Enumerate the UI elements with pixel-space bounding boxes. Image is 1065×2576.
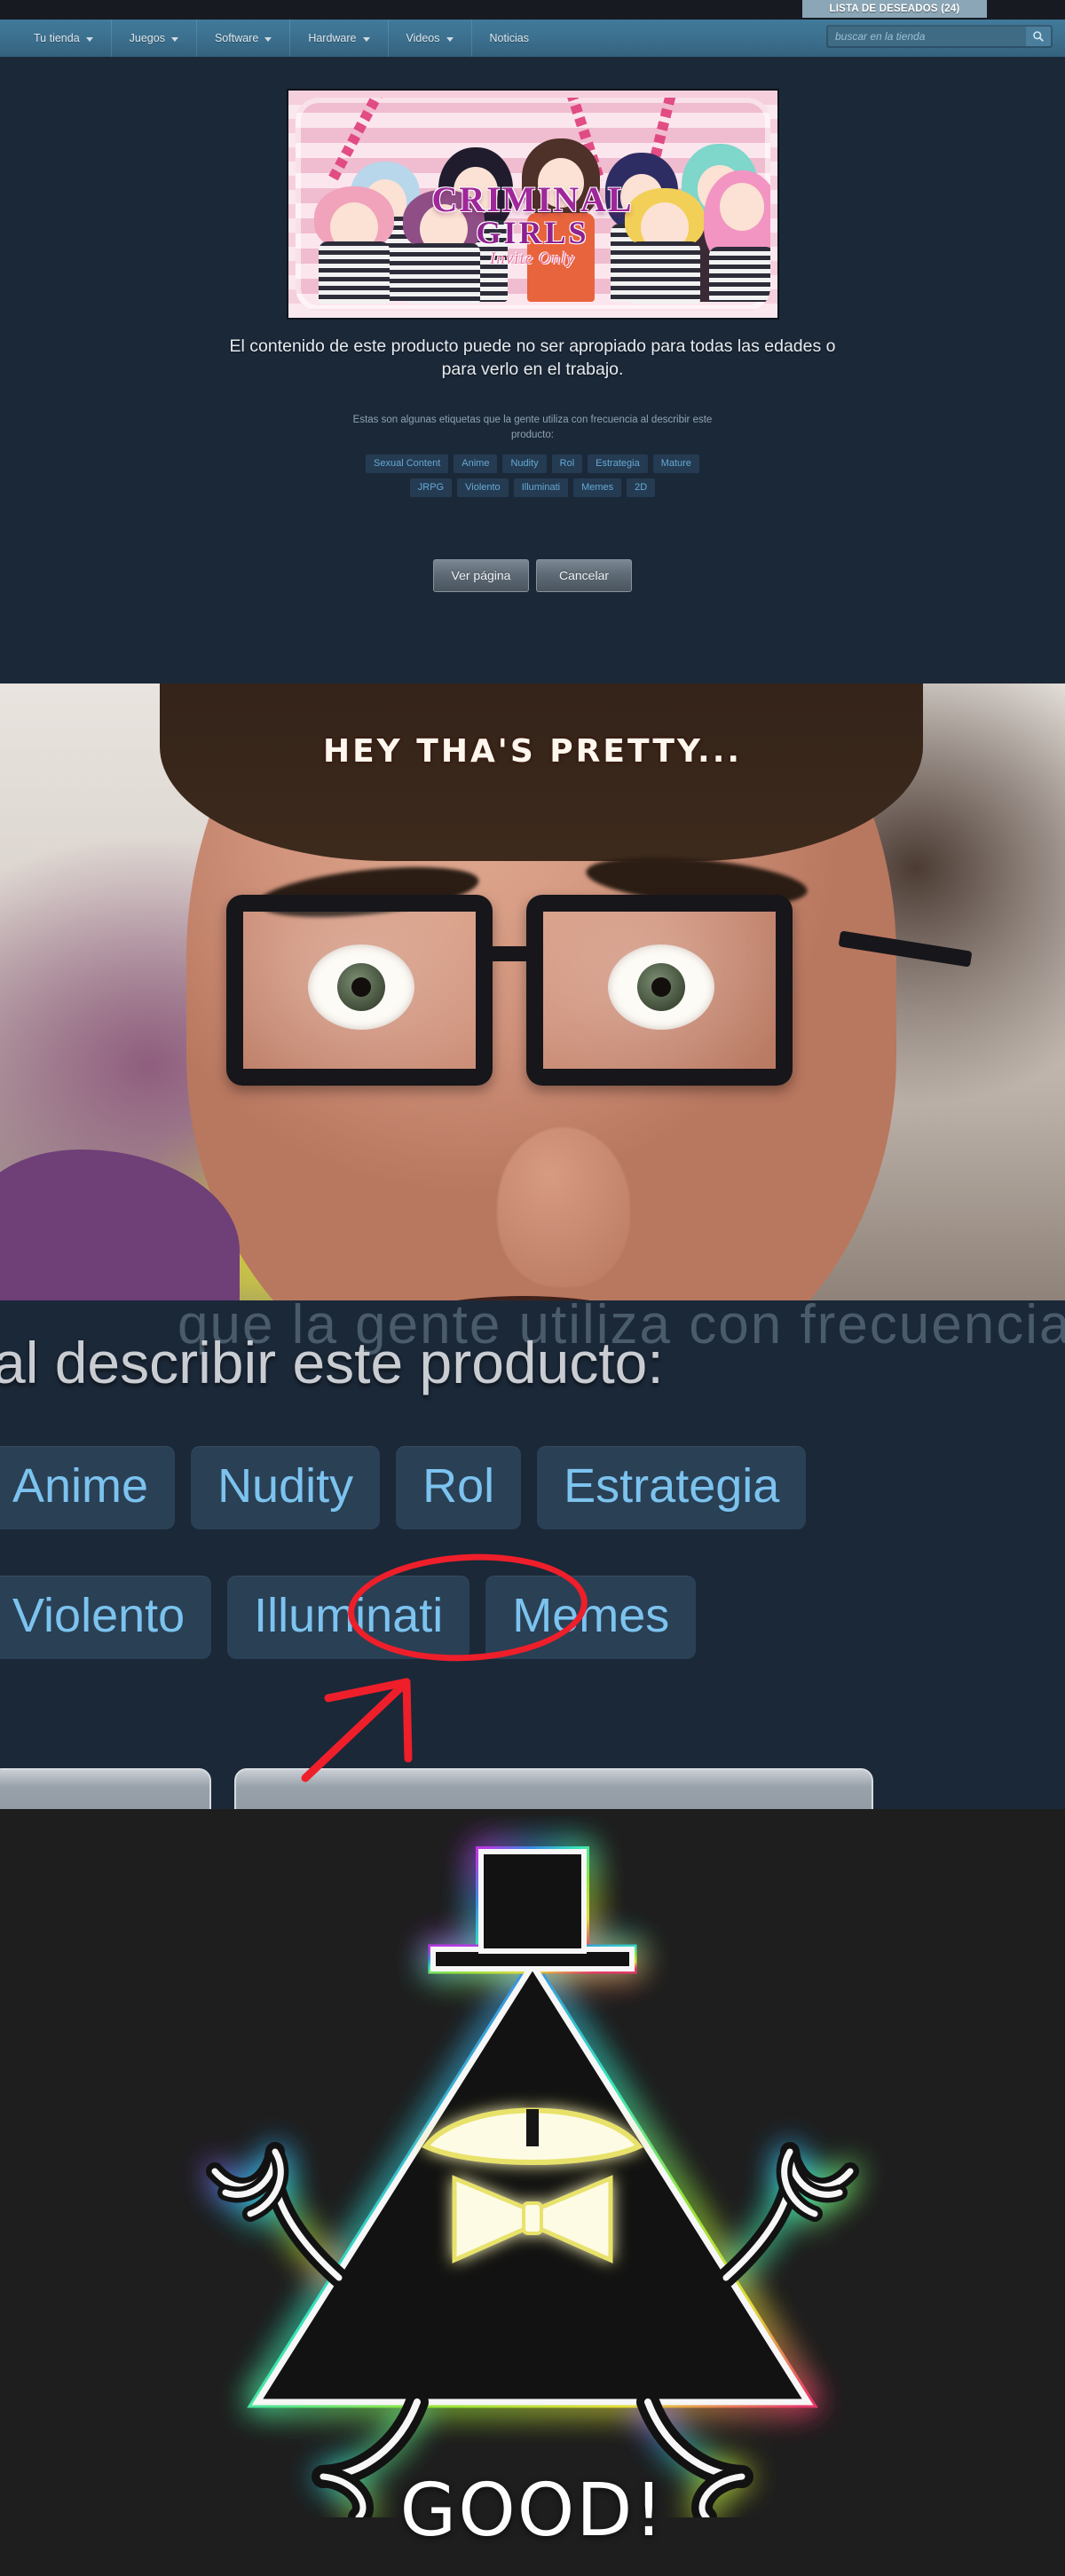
nav-item-hardware[interactable]: Hardware [290, 20, 389, 57]
nav-item-software[interactable]: Software [197, 20, 291, 57]
bill-cipher-icon [206, 1846, 859, 2517]
nav-label: Noticias [489, 32, 529, 44]
tag-jrpg[interactable]: JRPG [409, 478, 453, 497]
age-gate-warning: El contenido de este producto puede no s… [229, 336, 836, 379]
cipher-stage: GOOD! [0, 1809, 1065, 2576]
chevron-down-icon [362, 36, 370, 42]
ghost-button-right [234, 1768, 873, 1809]
wishlist-button[interactable]: LISTA DE DESEADOS (24) [802, 0, 987, 18]
steam-nav-items: Tu tienda Juegos Software Hardware Video [16, 20, 547, 57]
tag-2d[interactable]: 2D [627, 478, 656, 497]
photo-subject [0, 684, 1065, 1300]
nav-label: Juegos [129, 32, 165, 44]
tag-memes[interactable]: Memes [573, 478, 622, 497]
zoom-tag-violento[interactable]: Violento [0, 1576, 212, 1659]
meme-caption-top: HEY THA'S PRETTY... [322, 733, 743, 770]
zoom-ghost-buttons [0, 1768, 873, 1809]
nav-item-videos[interactable]: Videos [389, 20, 472, 57]
nose-shape [497, 1127, 630, 1287]
search-button[interactable] [1026, 27, 1051, 46]
meme-caption-bottom: GOOD! [399, 2469, 666, 2553]
hair-shape [160, 684, 923, 861]
nav-label: Hardware [308, 32, 357, 44]
reaction-photo-panel: HEY THA'S PRETTY... [0, 684, 1065, 1300]
eye-right [608, 944, 714, 1030]
nav-item-noticias[interactable]: Noticias [472, 20, 547, 57]
view-page-button[interactable]: Ver página [433, 558, 529, 592]
zoomed-tags-panel: que la gente utiliza con frecuencia al d… [0, 1300, 1065, 1809]
chevron-down-icon [446, 36, 454, 42]
eye-left [308, 944, 414, 1030]
zoom-headline: al describir este producto: [0, 1330, 664, 1395]
tag-violento[interactable]: Violento [457, 478, 509, 497]
zoom-tag-row-2: Violento Illuminati Memes [0, 1576, 697, 1659]
nav-item-juegos[interactable]: Juegos [112, 20, 197, 57]
search-input[interactable] [828, 27, 1026, 46]
meme-strip-page: LISTA DE DESEADOS (24) Tu tienda Juegos … [0, 0, 1065, 2576]
nav-label: Software [214, 32, 259, 44]
glasses-temple [838, 930, 973, 968]
tag-estrategia[interactable]: Estrategia [588, 454, 648, 473]
steam-age-gate-panel: LISTA DE DESEADOS (24) Tu tienda Juegos … [0, 0, 1065, 684]
nav-label: Videos [406, 32, 440, 44]
zoom-tag-memes[interactable]: Memes [485, 1576, 697, 1659]
wishlist-label: LISTA DE DESEADOS (24) [829, 4, 960, 14]
tag-row-1: Sexual Content Anime Nudity Rol Estrateg… [0, 454, 1065, 473]
zoom-tag-estrategia[interactable]: Estrategia [537, 1446, 807, 1529]
zoom-tag-nudity[interactable]: Nudity [191, 1446, 381, 1529]
zoom-tag-row-1: Anime Nudity Rol Estrategia [0, 1446, 807, 1529]
bill-cipher-panel: GOOD! [0, 1809, 1065, 2576]
tag-nudity[interactable]: Nudity [502, 454, 547, 473]
banner-title-line1: CRIMINAL [431, 179, 634, 219]
banner-title-line3: Invite Only [490, 249, 575, 268]
cancel-button[interactable]: Cancelar [536, 558, 632, 592]
chevron-down-icon [264, 36, 272, 42]
search-icon [1033, 31, 1044, 42]
chevron-down-icon [85, 36, 93, 42]
zoom-tag-illuminati[interactable]: Illuminati [227, 1576, 470, 1659]
banner-art: CRIMINAL GIRLS Invite Only [295, 98, 770, 311]
tag-mature[interactable]: Mature [652, 454, 699, 473]
ghost-button-left [0, 1768, 211, 1809]
zoom-tag-rol[interactable]: Rol [396, 1446, 522, 1529]
banner-title: CRIMINAL GIRLS Invite Only [296, 179, 770, 269]
tag-illuminati[interactable]: Illuminati [513, 478, 569, 497]
glasses-bridge [487, 946, 539, 961]
game-banner-image: CRIMINAL GIRLS Invite Only [286, 89, 779, 320]
chevron-down-icon [170, 36, 178, 42]
age-gate-body: CRIMINAL GIRLS Invite Only El contenido … [0, 57, 1065, 592]
tags-intro-text: Estas son algunas etiquetas que la gente… [352, 415, 713, 440]
tag-sexual-content[interactable]: Sexual Content [366, 454, 449, 473]
tag-rol[interactable]: Rol [551, 454, 583, 473]
product-tag-list: Sexual Content Anime Nudity Rol Estrateg… [0, 454, 1065, 497]
tag-row-2: JRPG Violento Illuminati Memes 2D [0, 478, 1065, 497]
nav-label: Tu tienda [34, 32, 80, 44]
tag-anime[interactable]: Anime [454, 454, 498, 473]
banner-title-line2: GIRLS [476, 215, 589, 250]
zoom-tag-anime[interactable]: Anime [0, 1446, 176, 1529]
steam-global-nav: Tu tienda Juegos Software Hardware Video [0, 20, 1065, 57]
nav-item-tu-tienda[interactable]: Tu tienda [16, 20, 112, 57]
store-search [826, 25, 1053, 48]
age-gate-actions: Ver página Cancelar [0, 558, 1065, 592]
glasses-shape [226, 895, 973, 1108]
